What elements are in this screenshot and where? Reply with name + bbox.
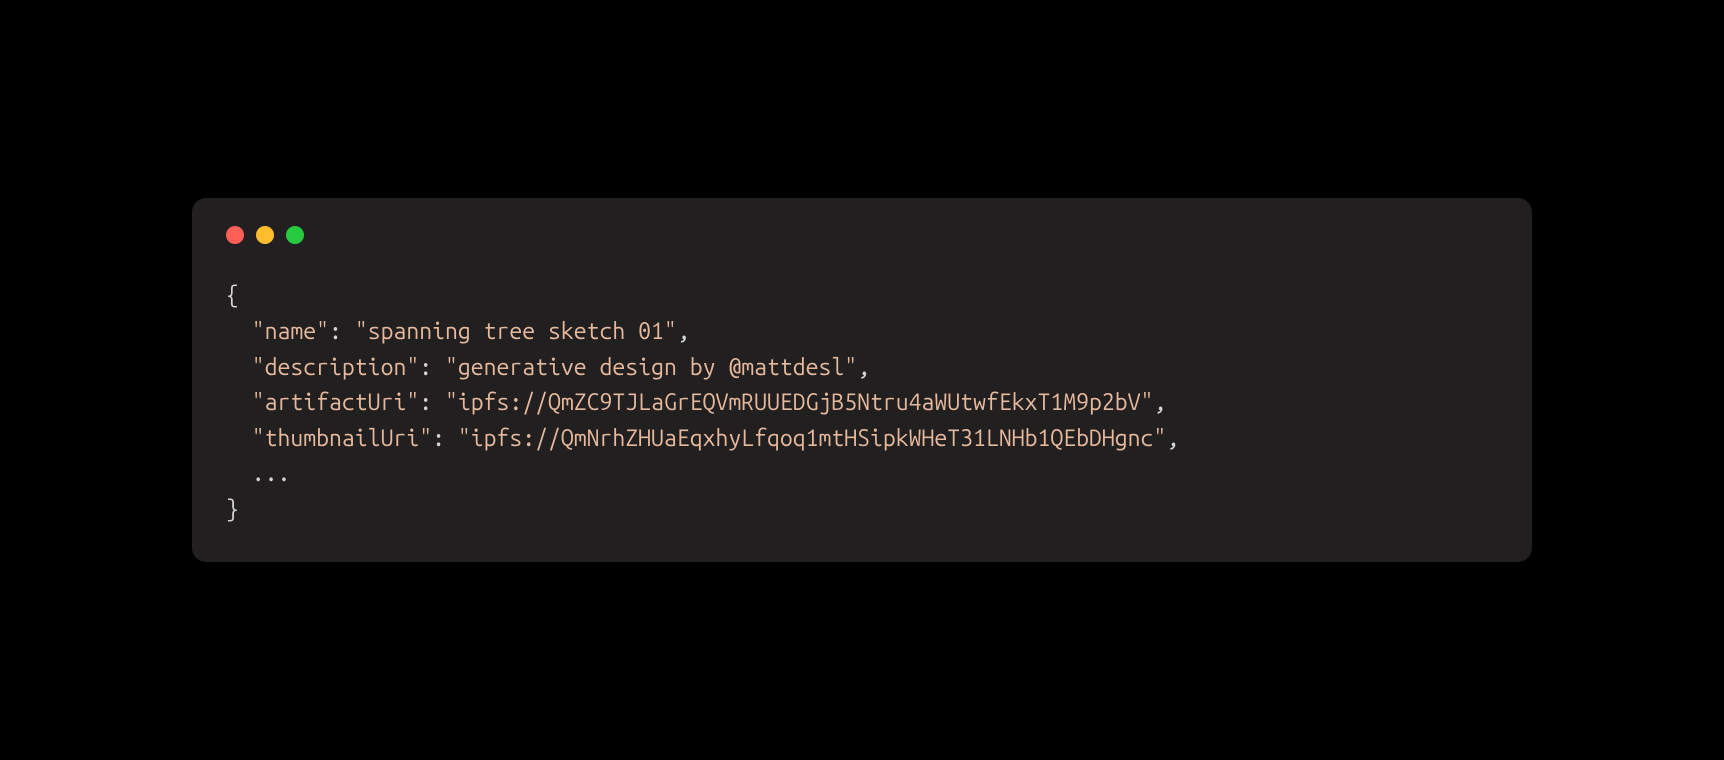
traffic-lights bbox=[226, 226, 1498, 244]
brace-open: { bbox=[226, 283, 239, 308]
json-value: "generative design by @mattdesl" bbox=[445, 355, 857, 380]
ellipsis: ... bbox=[252, 461, 291, 486]
json-value: "ipfs://QmNrhZHUaEqxhyLfqoq1mtHSipkWHeT3… bbox=[458, 426, 1166, 451]
code-line-ellipsis: ... bbox=[226, 461, 290, 486]
close-icon[interactable] bbox=[226, 226, 244, 244]
code-line-1: "description": "generative design by @ma… bbox=[226, 355, 870, 380]
json-value: "ipfs://QmZC9TJLaGrEQVmRUUEDGjB5Ntru4aWU… bbox=[445, 390, 1153, 415]
code-line-3: "thumbnailUri": "ipfs://QmNrhZHUaEqxhyLf… bbox=[226, 426, 1179, 451]
zoom-icon[interactable] bbox=[286, 226, 304, 244]
code-line-2: "artifactUri": "ipfs://QmZC9TJLaGrEQVmRU… bbox=[226, 390, 1166, 415]
minimize-icon[interactable] bbox=[256, 226, 274, 244]
json-key: "name" bbox=[252, 319, 329, 344]
json-value: "spanning tree sketch 01" bbox=[355, 319, 677, 344]
code-block: { "name": "spanning tree sketch 01", "de… bbox=[226, 278, 1498, 527]
code-line-0: "name": "spanning tree sketch 01", bbox=[226, 319, 690, 344]
code-window: { "name": "spanning tree sketch 01", "de… bbox=[192, 198, 1532, 561]
json-key: "artifactUri" bbox=[252, 390, 419, 415]
brace-close: } bbox=[226, 497, 239, 522]
json-key: "thumbnailUri" bbox=[252, 426, 432, 451]
json-key: "description" bbox=[252, 355, 419, 380]
